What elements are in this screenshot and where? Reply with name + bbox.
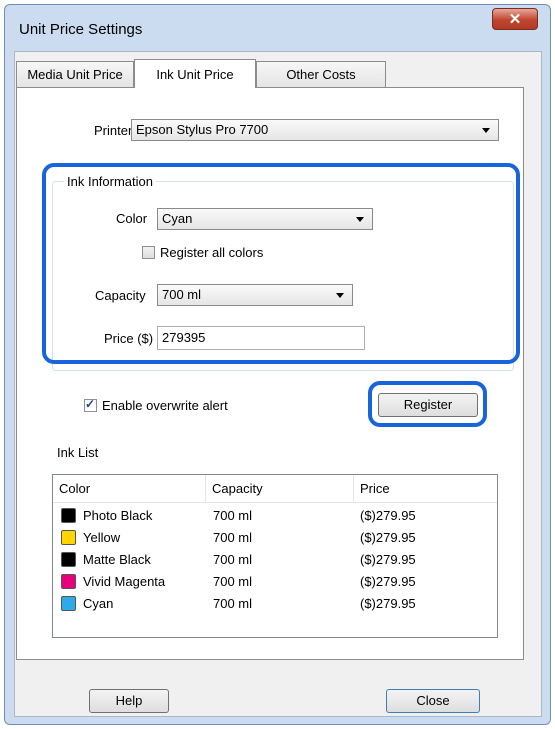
table-row[interactable]: Yellow 700 ml ($)279.95 [53,527,497,549]
tab-label: Ink Unit Price [156,67,234,82]
table-row[interactable]: Photo Black 700 ml ($)279.95 [53,505,497,527]
row-capacity: 700 ml [213,508,253,523]
row-price: ($)279.95 [360,596,416,611]
printer-dropdown[interactable]: Epson Stylus Pro 7700 [131,119,499,141]
table-row[interactable]: Matte Black 700 ml ($)279.95 [53,549,497,571]
close-button-label: Close [416,693,450,708]
row-capacity: 700 ml [213,596,253,611]
tab-label: Media Unit Price [27,67,123,82]
row-color: Cyan [83,596,114,611]
row-color: Photo Black [83,508,153,523]
row-price: ($)279.95 [360,530,416,545]
help-button[interactable]: Help [89,689,169,713]
printer-value: Epson Stylus Pro 7700 [136,122,269,137]
table-row[interactable]: Vivid Magenta 700 ml ($)279.95 [53,571,497,593]
row-capacity: 700 ml [213,530,253,545]
color-swatch [61,530,76,545]
close-button[interactable]: Close [386,689,480,713]
color-swatch [61,552,76,567]
chevron-down-icon [482,128,490,133]
row-color: Matte Black [83,552,151,567]
row-color: Vivid Magenta [83,574,166,589]
printer-label: Printer [94,123,133,138]
row-price: ($)279.95 [360,508,416,523]
row-price: ($)279.95 [360,574,416,589]
row-color: Yellow [83,530,121,545]
tab-label: Other Costs [286,67,356,82]
color-swatch [61,596,76,611]
ink-list-title: Ink List [57,445,99,460]
tab-ink-unit-price[interactable]: Ink Unit Price [134,59,256,88]
close-icon: ✕ [508,11,522,28]
ink-information-highlight [42,163,520,364]
register-highlight [368,381,487,427]
window-close-button[interactable]: ✕ [492,8,538,30]
title-bar: Unit Price Settings ✕ [5,5,550,41]
table-row[interactable]: Cyan 700 ml ($)279.95 [53,593,497,615]
row-capacity: 700 ml [213,552,253,567]
column-header-price[interactable]: Price [354,475,498,502]
window-title: Unit Price Settings [19,21,143,38]
tab-media-unit-price[interactable]: Media Unit Price [16,61,134,88]
row-capacity: 700 ml [213,574,253,589]
ink-list-header: Color Capacity Price [53,475,497,503]
color-swatch [61,574,76,589]
column-header-capacity[interactable]: Capacity [206,475,354,502]
ink-list[interactable]: Color Capacity Price Photo Black 700 ml … [52,474,498,638]
help-button-label: Help [115,693,143,708]
column-header-color[interactable]: Color [53,475,206,502]
enable-overwrite-alert-checkbox[interactable] [84,397,97,412]
tab-other-costs[interactable]: Other Costs [256,61,386,88]
color-swatch [61,508,76,523]
row-price: ($)279.95 [360,552,416,567]
enable-overwrite-alert-label: Enable overwrite alert [102,398,228,413]
